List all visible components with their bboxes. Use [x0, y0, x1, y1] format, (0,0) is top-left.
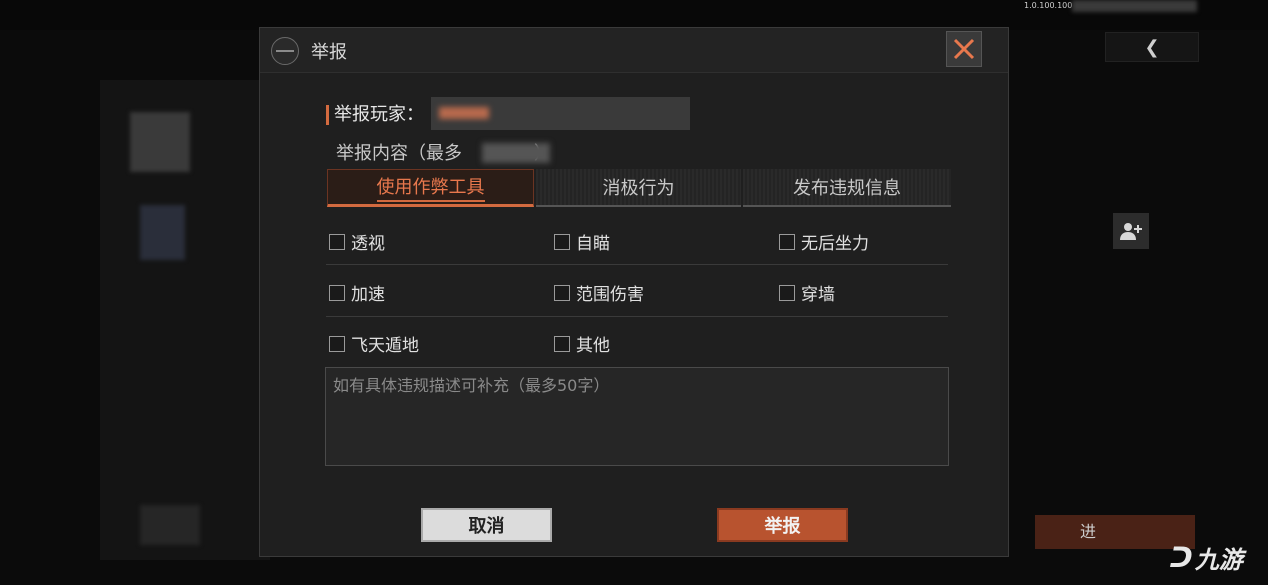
checkbox[interactable]: [554, 284, 570, 301]
close-button[interactable]: [946, 31, 982, 67]
background-avatar: [140, 505, 200, 545]
add-friend-button[interactable]: [1113, 213, 1149, 249]
description-placeholder: 如有具体违规描述可补充（最多50字）: [333, 376, 610, 395]
checkbox[interactable]: [554, 335, 570, 352]
back-button[interactable]: ❮: [1105, 32, 1199, 62]
version-blur: [1072, 0, 1197, 12]
option-speed-hack[interactable]: 加速: [329, 280, 385, 305]
option-no-recoil[interactable]: 无后坐力: [779, 229, 869, 254]
checkbox[interactable]: [779, 284, 795, 301]
submit-report-button[interactable]: 举报: [717, 508, 848, 542]
checkbox[interactable]: [329, 335, 345, 352]
option-fly-dig[interactable]: 飞天遁地: [329, 331, 419, 356]
background-avatar: [130, 112, 190, 172]
background-avatar: [140, 205, 185, 260]
description-input[interactable]: 如有具体违规描述可补充（最多50字）: [325, 367, 949, 466]
tab-cheating-tools[interactable]: 使用作弊工具: [327, 169, 534, 207]
add-friend-icon: [1120, 223, 1142, 240]
player-label: 举报玩家：: [334, 104, 424, 125]
option-wall-pass[interactable]: 穿墙: [779, 280, 835, 305]
report-dialog: 举报 举报玩家： 举报内容（最多） 使用作弊工具 消极行为 发布违规信息 透视: [259, 27, 1009, 557]
blurred-player-name: [439, 107, 489, 119]
report-category-tabs: 使用作弊工具 消极行为 发布违规信息: [327, 169, 951, 207]
tab-illegal-info[interactable]: 发布违规信息: [743, 169, 951, 207]
option-aimbot[interactable]: 自瞄: [554, 229, 610, 254]
cancel-button[interactable]: 取消: [421, 508, 552, 542]
divider: [326, 264, 948, 265]
divider: [326, 316, 948, 317]
close-icon: [953, 38, 975, 60]
label-accent-bar: [326, 105, 329, 125]
blurred-content-limit: [482, 143, 550, 163]
tab-negative-behavior[interactable]: 消极行为: [536, 169, 741, 207]
checkbox[interactable]: [779, 233, 795, 250]
option-wallhack[interactable]: 透视: [329, 229, 385, 254]
dialog-title: 举报: [311, 42, 347, 63]
reported-player-field: [431, 97, 690, 130]
checkbox[interactable]: [329, 233, 345, 250]
option-area-damage[interactable]: 范围伤害: [554, 280, 644, 305]
dialog-header: 举报: [260, 28, 1008, 73]
checkbox[interactable]: [554, 233, 570, 250]
watermark-mark-icon: ᑐ: [1170, 541, 1193, 574]
watermark-logo: ᑐ 九游: [1170, 541, 1243, 574]
checkbox[interactable]: [329, 284, 345, 301]
version-label: 1.0.100.100: [1024, 1, 1073, 10]
option-other[interactable]: 其他: [554, 331, 610, 356]
arrow-left-icon: ❮: [1144, 36, 1160, 58]
globe-logo-icon: [271, 37, 299, 65]
